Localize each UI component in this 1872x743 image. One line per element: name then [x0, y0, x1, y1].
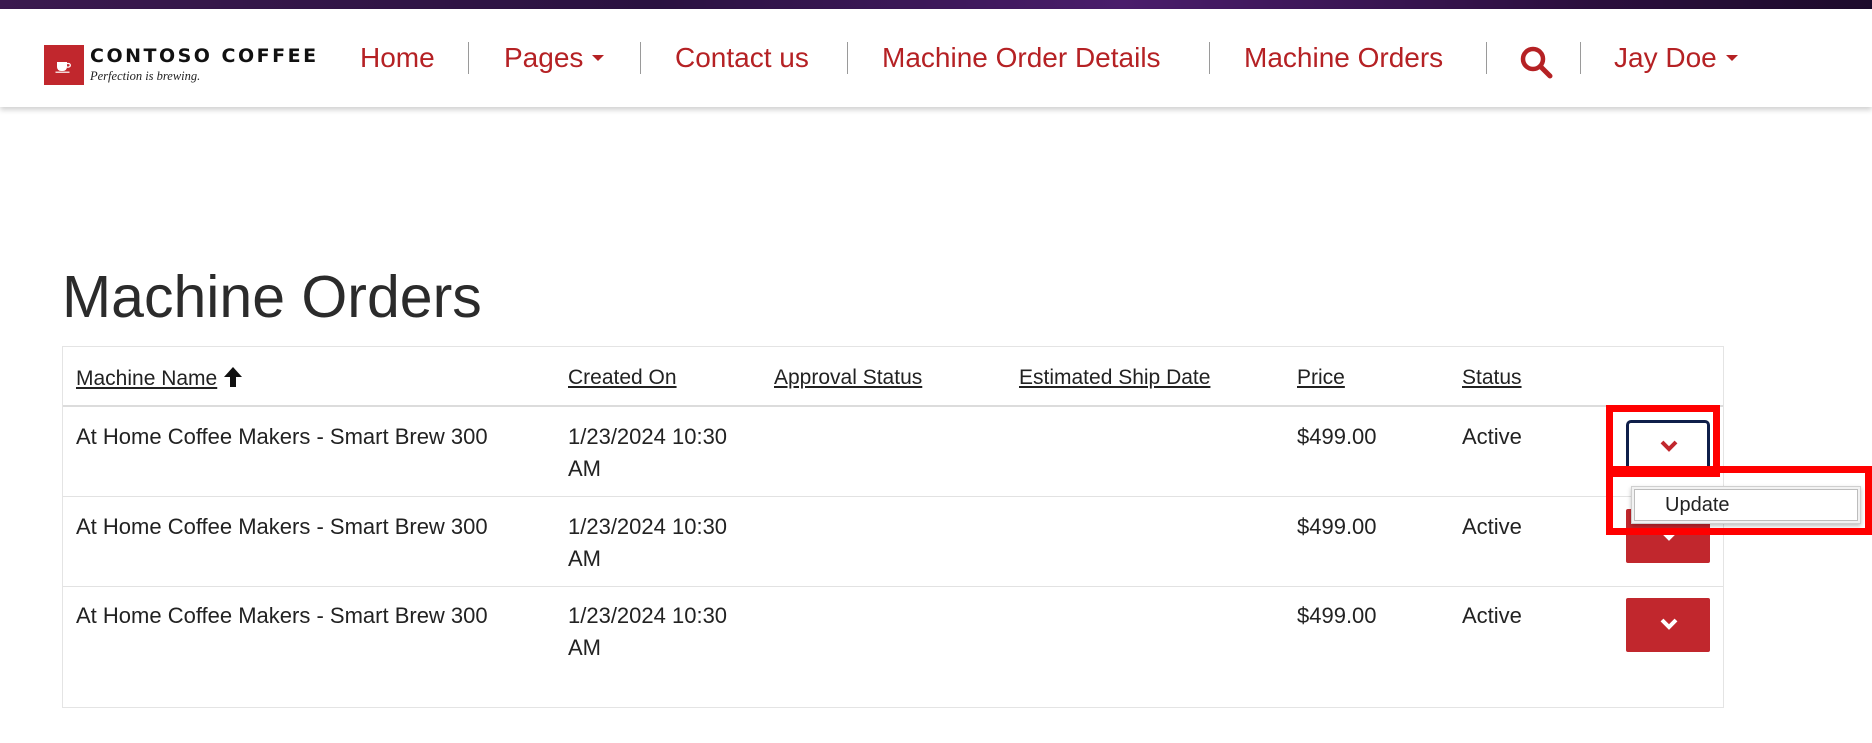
search-icon[interactable] [1519, 45, 1553, 79]
nav-divider [1486, 42, 1487, 74]
nav-home-label: Home [360, 42, 435, 73]
nav-contact-label: Contact us [675, 42, 809, 73]
brand-name: CONTOSO COFFEE [90, 45, 319, 67]
coffee-cup-logo-icon [44, 45, 84, 85]
nav-home[interactable]: Home [360, 9, 435, 107]
cell-created-on: 1/23/2024 10:30 AM [568, 511, 727, 575]
caret-down-icon [592, 55, 605, 62]
cell-created-on: 1/23/2024 10:30 AM [568, 600, 727, 664]
nav-machine-order-details[interactable]: Machine Order Details [882, 9, 1161, 107]
cell-machine-name: At Home Coffee Makers - Smart Brew 300 [76, 424, 488, 449]
cell-created-on: 1/23/2024 10:30 AM [568, 421, 727, 485]
cell-created-on-line: 1/23/2024 10:30 [568, 514, 728, 539]
cell-machine-name: At Home Coffee Makers - Smart Brew 300 [76, 603, 488, 628]
nav-divider [468, 42, 469, 74]
cell-price: $499.00 [1297, 424, 1377, 449]
cell-price: $499.00 [1297, 514, 1377, 539]
nav-divider [1580, 42, 1581, 74]
browser-top-strip [0, 0, 1872, 9]
cell-status: Active [1462, 603, 1522, 628]
cell-created-on-line: AM [568, 456, 601, 481]
cell-status: Active [1462, 514, 1522, 539]
nav-user-label: Jay Doe [1614, 42, 1717, 73]
column-header-approval-status[interactable]: Approval Status [774, 366, 922, 390]
cell-created-on-line: 1/23/2024 10:30 [568, 603, 728, 628]
nav-pages-label: Pages [504, 42, 584, 73]
cell-price: $499.00 [1297, 603, 1377, 628]
nav-machine-orders[interactable]: Machine Orders [1244, 9, 1443, 107]
row-divider [63, 586, 1723, 587]
column-header-label: Machine Name [76, 367, 218, 390]
nav-divider [1209, 42, 1210, 74]
page-title: Machine Orders [62, 264, 482, 330]
chevron-down-icon [1660, 618, 1678, 630]
table-header-divider [63, 405, 1723, 407]
cell-created-on-line: AM [568, 635, 601, 660]
nav-machine-order-details-label: Machine Order Details [882, 42, 1161, 73]
column-header-estimated-ship-date[interactable]: Estimated Ship Date [1019, 366, 1210, 390]
row-actions-button[interactable] [1626, 420, 1710, 474]
nav-divider [847, 42, 848, 74]
cell-status: Active [1462, 424, 1522, 449]
column-header-machine-name[interactable]: Machine Name [76, 366, 243, 391]
chevron-down-icon [1660, 440, 1678, 452]
column-header-status[interactable]: Status [1462, 366, 1522, 390]
column-header-created-on[interactable]: Created On [568, 366, 677, 390]
nav-user-menu[interactable]: Jay Doe [1614, 9, 1738, 107]
nav-divider [640, 42, 641, 74]
caret-down-icon [1725, 55, 1738, 62]
row-divider [63, 496, 1723, 497]
brand-logo[interactable]: CONTOSO COFFEE Perfection is brewing. [44, 45, 316, 85]
menu-item-update[interactable]: Update [1634, 489, 1858, 521]
nav-machine-orders-label: Machine Orders [1244, 42, 1444, 73]
brand-tagline: Perfection is brewing. [90, 69, 201, 83]
arrow-up-icon [224, 367, 243, 387]
nav-contact-us[interactable]: Contact us [675, 9, 809, 107]
row-actions-menu: Update [1631, 486, 1861, 524]
cell-created-on-line: AM [568, 546, 601, 571]
nav-pages-dropdown[interactable]: Pages [504, 9, 605, 107]
cell-machine-name: At Home Coffee Makers - Smart Brew 300 [76, 514, 488, 539]
chevron-down-icon [1660, 529, 1678, 541]
column-header-price[interactable]: Price [1297, 366, 1345, 390]
cell-created-on-line: 1/23/2024 10:30 [568, 424, 728, 449]
row-actions-button[interactable] [1626, 598, 1710, 652]
navbar: CONTOSO COFFEE Perfection is brewing. Ho… [0, 9, 1872, 107]
